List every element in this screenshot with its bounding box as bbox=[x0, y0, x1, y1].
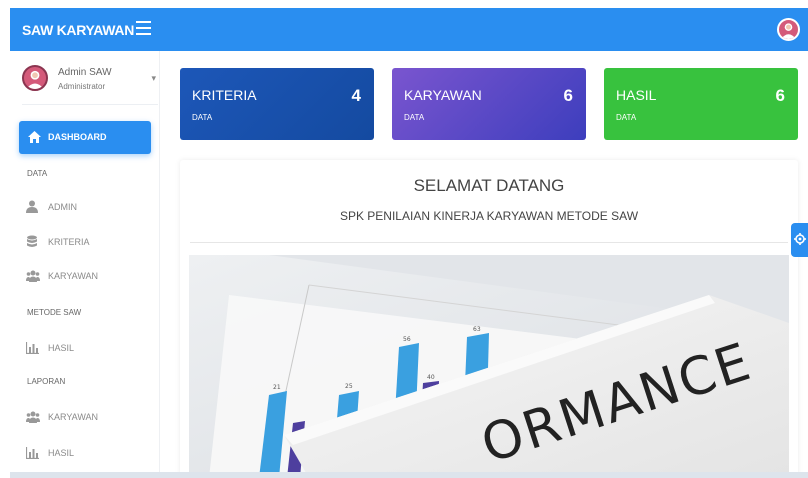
chevron-down-icon[interactable]: ▾ bbox=[151, 73, 156, 84]
sidebar-item-label: KARYAWAN bbox=[48, 412, 99, 422]
welcome-title: SELAMAT DATANG bbox=[413, 176, 565, 195]
user-avatar-icon[interactable] bbox=[777, 18, 800, 41]
sidebar-item-label: KARYAWAN bbox=[48, 271, 99, 281]
bar-label: 21 bbox=[273, 384, 281, 391]
bar-chart-icon bbox=[25, 341, 39, 355]
bar-label: 56 bbox=[403, 336, 411, 343]
sidebar-item-label: HASIL bbox=[48, 343, 75, 353]
card-karyawan[interactable]: KARYAWAN DATA 6 bbox=[392, 68, 586, 140]
card-hasil[interactable]: HASIL DATA 6 bbox=[604, 68, 798, 140]
database-icon bbox=[26, 235, 38, 248]
profile-role: Administrator bbox=[58, 82, 106, 91]
welcome-subtitle: SPK PENILAIAN KINERJA KARYAWAN METODE SA… bbox=[339, 209, 639, 223]
user-profile[interactable]: Admin SAW Administrator ▾ bbox=[22, 65, 158, 105]
profile-avatar-icon bbox=[22, 65, 48, 91]
bar-label: 63 bbox=[473, 326, 481, 333]
users-icon bbox=[26, 269, 40, 282]
welcome-panel: SELAMAT DATANG SPK PENILAIAN KINERJA KAR… bbox=[180, 160, 798, 478]
sidebar-section-data: DATA bbox=[27, 169, 48, 178]
users-icon bbox=[26, 410, 40, 423]
bar-chart-icon bbox=[25, 446, 39, 460]
home-icon bbox=[28, 130, 41, 148]
sidebar-item-laporan-karyawan[interactable]: KARYAWAN bbox=[26, 409, 146, 427]
card-subtitle: DATA bbox=[192, 113, 213, 122]
sidebar-item-label: KRITERIA bbox=[48, 237, 90, 247]
divider bbox=[190, 242, 788, 243]
card-title: KRITERIA bbox=[192, 87, 257, 103]
bar-label: 25 bbox=[345, 383, 353, 390]
sidebar-item-laporan-hasil[interactable]: HASIL bbox=[25, 445, 146, 463]
card-subtitle: DATA bbox=[404, 113, 425, 122]
performance-chart-image: 21 25 40 56 63 ORMANCE bbox=[189, 255, 789, 478]
brand-title[interactable]: SAW KARYAWAN bbox=[22, 22, 134, 38]
user-icon bbox=[26, 200, 38, 213]
gear-icon bbox=[794, 233, 806, 245]
sidebar-item-label: HASIL bbox=[48, 448, 75, 458]
card-count: 4 bbox=[351, 86, 361, 105]
card-title: KARYAWAN bbox=[404, 87, 482, 103]
sidebar-item-label: ADMIN bbox=[48, 202, 77, 212]
sidebar-item-kriteria[interactable]: KRITERIA bbox=[26, 234, 146, 252]
card-count: 6 bbox=[563, 86, 573, 105]
top-navbar: SAW KARYAWAN bbox=[10, 8, 808, 51]
card-count: 6 bbox=[775, 86, 785, 105]
sidebar-item-dashboard[interactable]: DASHBOARD bbox=[19, 121, 151, 154]
sidebar-item-label: DASHBOARD bbox=[48, 132, 107, 142]
bar-label: 40 bbox=[427, 374, 435, 381]
sidebar: Admin SAW Administrator ▾ DASHBOARD DATA… bbox=[10, 51, 160, 478]
sidebar-section-metode-saw: METODE SAW bbox=[27, 308, 82, 317]
profile-name: Admin SAW bbox=[58, 67, 112, 78]
sidebar-item-karyawan[interactable]: KARYAWAN bbox=[26, 268, 146, 286]
card-kriteria[interactable]: KRITERIA DATA 4 bbox=[180, 68, 374, 140]
card-title: HASIL bbox=[616, 87, 657, 103]
sidebar-item-admin[interactable]: ADMIN bbox=[26, 199, 146, 217]
menu-toggle-icon[interactable] bbox=[136, 21, 151, 35]
card-subtitle: DATA bbox=[616, 113, 637, 122]
horizontal-scrollbar[interactable] bbox=[10, 472, 808, 478]
sidebar-section-laporan: LAPORAN bbox=[27, 377, 66, 386]
settings-tab[interactable] bbox=[791, 223, 808, 257]
sidebar-item-hasil[interactable]: HASIL bbox=[25, 340, 146, 358]
